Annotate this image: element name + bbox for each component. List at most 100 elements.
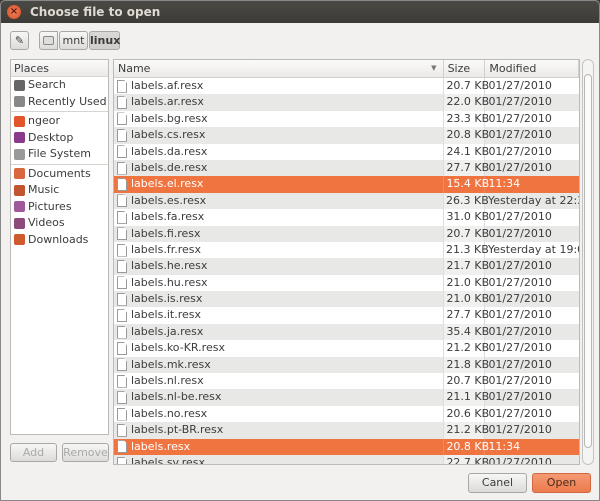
file-icon — [117, 194, 127, 208]
file-name: labels.sv.resx — [131, 455, 206, 465]
file-modified: 01/27/2010 — [488, 292, 552, 306]
drive-icon — [14, 148, 25, 160]
file-icon — [117, 259, 127, 273]
scrollbar-thumb[interactable] — [584, 74, 592, 448]
file-size: 20.8 KB — [443, 438, 489, 455]
close-icon[interactable]: × — [7, 5, 21, 19]
file-row[interactable]: labels.is.resx 21.0 KB 01/27/2010 — [114, 291, 579, 308]
file-row[interactable]: labels.ar.resx 22.0 KB 01/27/2010 — [114, 94, 579, 111]
path-mnt-button[interactable]: mnt — [59, 31, 88, 50]
file-row[interactable]: labels.fr.resx 21.3 KBYesterday at 19:07 — [114, 241, 579, 259]
file-row[interactable]: labels.he.resx 21.7 KB 01/27/2010 — [114, 258, 579, 275]
file-row[interactable]: labels.ja.resx 35.4 KB 01/27/2010 — [114, 323, 579, 341]
file-icon — [117, 128, 127, 142]
file-row[interactable]: labels.hu.resx 21.0 KB 01/27/2010 — [114, 274, 579, 292]
file-size: 20.7 KB — [443, 78, 489, 95]
places-item[interactable]: Desktop — [11, 130, 108, 147]
column-name-label: Name — [118, 62, 151, 75]
places-panel: Places Search Recently Used ngeor Desktop Fi… — [10, 59, 109, 435]
path-linux-button[interactable]: linux — [89, 31, 120, 50]
places-item[interactable]: Music — [11, 182, 108, 199]
file-row[interactable]: labels.es.resx 26.3 KBYesterday at 22:36 — [114, 192, 579, 210]
file-row[interactable]: labels.de.resx 27.7 KB 01/27/2010 — [114, 159, 579, 177]
file-row[interactable]: labels.ko-KR.resx 21.2 KB 01/27/2010 — [114, 340, 579, 357]
file-icon — [117, 358, 127, 372]
file-name: labels.nl-be.resx — [131, 390, 222, 404]
file-size: 22.0 KB — [443, 94, 489, 111]
file-modified: 01/27/2010 — [488, 423, 552, 437]
cancel-button[interactable]: Canel — [468, 473, 527, 493]
file-modified: 01/27/2010 — [488, 341, 552, 355]
file-row[interactable]: labels.mk.resx 21.8 KB 01/27/2010 — [114, 356, 579, 374]
file-icon — [117, 456, 127, 464]
file-icon — [117, 243, 127, 257]
file-modified: 01/27/2010 — [488, 144, 552, 158]
file-icon — [117, 341, 127, 355]
remove-bookmark-button[interactable]: Remove — [62, 443, 109, 462]
file-modified: 01/27/2010 — [488, 275, 552, 289]
file-modified: 01/27/2010 — [488, 226, 552, 240]
file-name: labels.es.resx — [131, 193, 207, 207]
home-icon — [14, 115, 25, 127]
places-item-label: Videos — [28, 216, 65, 229]
file-modified: 01/27/2010 — [488, 160, 552, 174]
column-name[interactable]: Name ▼ — [114, 60, 444, 77]
places-item[interactable]: Recently Used — [11, 94, 108, 111]
file-name: labels.af.resx — [131, 79, 204, 92]
column-size[interactable]: Size — [444, 60, 486, 77]
places-header: Places — [11, 60, 108, 77]
open-button[interactable]: Open — [532, 473, 591, 493]
file-icon — [117, 161, 127, 175]
places-item[interactable]: Search — [11, 77, 108, 94]
places-item-label: Downloads — [28, 232, 89, 246]
file-size: 22.7 KB — [443, 454, 489, 464]
file-row[interactable]: labels.af.resx 20.7 KB 01/27/2010 — [114, 78, 579, 95]
places-item[interactable]: Documents — [11, 166, 108, 183]
file-name: labels.ja.resx — [131, 324, 204, 338]
column-modified[interactable]: Modified — [485, 60, 579, 77]
file-row[interactable]: labels.fi.resx 20.7 KB 01/27/2010 — [114, 225, 579, 242]
file-row[interactable]: labels.nl.resx 20.7 KB 01/27/2010 — [114, 373, 579, 390]
file-row[interactable]: labels.fa.resx 31.0 KB 01/27/2010 — [114, 209, 579, 226]
file-modified: 01/27/2010 — [488, 390, 552, 404]
file-row[interactable]: labels.da.resx 24.1 KB 01/27/2010 — [114, 143, 579, 160]
file-row[interactable]: labels.cs.resx 20.8 KB 01/27/2010 — [114, 127, 579, 144]
file-row[interactable]: labels.el.resx 15.4 KB 11:34 — [114, 176, 579, 193]
file-modified: 01/27/2010 — [488, 259, 552, 273]
file-chooser-dialog: × Choose file to open ✎ mnt linux Places… — [0, 0, 600, 501]
file-size: 27.7 KB — [443, 159, 489, 177]
file-row[interactable]: labels.it.resx 27.7 KB 01/27/2010 — [114, 307, 579, 324]
places-item[interactable]: Videos — [11, 215, 108, 232]
edit-location-button[interactable]: ✎ — [10, 31, 29, 50]
file-modified: 11:34 — [488, 177, 521, 191]
places-item[interactable]: ngeor — [11, 113, 108, 130]
places-item[interactable]: Pictures — [11, 199, 108, 216]
file-modified: 01/27/2010 — [488, 357, 552, 371]
places-item-label: ngeor — [28, 114, 60, 127]
path-root-button[interactable] — [39, 31, 58, 50]
places-item[interactable]: Downloads — [11, 232, 108, 249]
file-size: 21.0 KB — [443, 291, 489, 308]
file-name: labels.is.resx — [131, 292, 203, 306]
scrollbar[interactable] — [582, 59, 594, 465]
file-size: 20.6 KB — [443, 405, 489, 423]
file-icon — [117, 423, 127, 437]
places-item-label: Search — [28, 78, 66, 91]
file-size: 26.3 KB — [443, 192, 489, 210]
add-bookmark-button[interactable]: Add — [10, 443, 57, 462]
places-item-label: File System — [28, 147, 91, 160]
file-row[interactable]: labels.resx 20.8 KB 11:34 — [114, 438, 579, 455]
pictures-folder-icon — [14, 201, 25, 213]
file-row[interactable]: labels.bg.resx 23.3 KB 01/27/2010 — [114, 110, 579, 128]
places-item[interactable]: File System — [11, 146, 108, 163]
file-icon — [117, 227, 127, 241]
file-row[interactable]: labels.no.resx 20.6 KB 01/27/2010 — [114, 405, 579, 423]
file-row[interactable]: labels.pt-BR.resx 21.2 KB 01/27/2010 — [114, 422, 579, 439]
file-name: labels.no.resx — [131, 406, 208, 420]
file-row[interactable]: labels.sv.resx 22.7 KB 01/27/2010 — [114, 454, 579, 465]
file-name: labels.ko-KR.resx — [131, 341, 225, 355]
file-name: labels.fr.resx — [131, 242, 202, 256]
file-row[interactable]: labels.nl-be.resx 21.1 KB 01/27/2010 — [114, 389, 579, 406]
file-size: 21.2 KB — [443, 422, 489, 439]
videos-folder-icon — [14, 217, 25, 229]
